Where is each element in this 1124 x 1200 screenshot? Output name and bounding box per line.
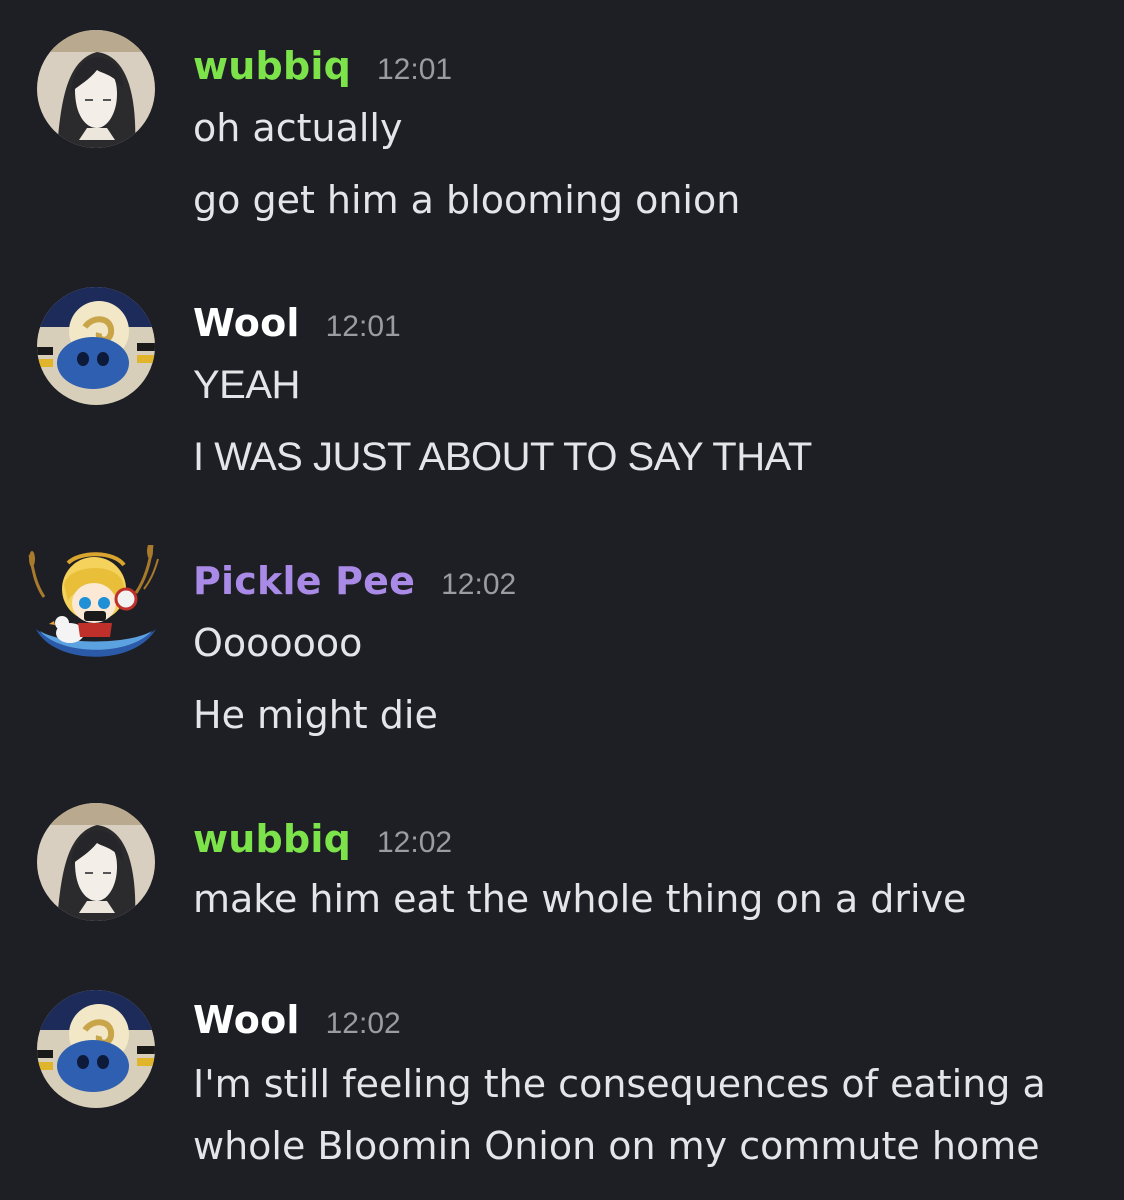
blue-sheep-mareep-avatar-icon bbox=[37, 287, 155, 405]
username[interactable]: Wool bbox=[193, 998, 300, 1042]
avatar[interactable] bbox=[37, 287, 155, 405]
dark-haired-character-avatar-icon bbox=[37, 30, 155, 148]
message-text: YEAH bbox=[193, 363, 300, 407]
message-text: I'm still feeling the consequences of ea… bbox=[193, 1062, 1046, 1106]
timestamp: 12:01 bbox=[325, 310, 401, 343]
chat-messages: wubbiq 12:01 oh actually go get him a bl… bbox=[0, 0, 1124, 1200]
avatar[interactable] bbox=[37, 30, 155, 148]
avatar[interactable] bbox=[37, 803, 155, 921]
message-text: He might die bbox=[193, 693, 438, 737]
message-header: wubbiq 12:01 bbox=[193, 44, 452, 94]
dark-haired-character-avatar-icon bbox=[37, 803, 155, 921]
avatar[interactable] bbox=[37, 990, 155, 1108]
username[interactable]: Wool bbox=[193, 301, 300, 345]
message-header: Wool 12:01 bbox=[193, 301, 401, 351]
blonde-character-headphones-duck-avatar-icon bbox=[28, 543, 159, 657]
username[interactable]: wubbiq bbox=[193, 817, 351, 861]
message-header: wubbiq 12:02 bbox=[193, 817, 452, 867]
timestamp: 12:02 bbox=[325, 1007, 401, 1040]
message-text: Ooooooo bbox=[193, 621, 363, 665]
timestamp: 12:01 bbox=[377, 53, 453, 86]
message-text: oh actually bbox=[193, 106, 403, 150]
message-header: Wool 12:02 bbox=[193, 998, 401, 1048]
message-text: go get him a blooming onion bbox=[193, 178, 741, 222]
message-text: whole Bloomin Onion on my commute home bbox=[193, 1124, 1040, 1168]
avatar[interactable] bbox=[24, 543, 164, 670]
timestamp: 12:02 bbox=[441, 568, 517, 601]
timestamp: 12:02 bbox=[377, 826, 453, 859]
message-text: I WAS JUST ABOUT TO SAY THAT bbox=[193, 435, 812, 479]
username[interactable]: wubbiq bbox=[193, 44, 351, 88]
blue-sheep-mareep-avatar-icon bbox=[37, 990, 155, 1108]
username[interactable]: Pickle Pee bbox=[193, 559, 415, 603]
message-text: make him eat the whole thing on a drive bbox=[193, 877, 967, 921]
message-header: Pickle Pee 12:02 bbox=[193, 559, 516, 609]
